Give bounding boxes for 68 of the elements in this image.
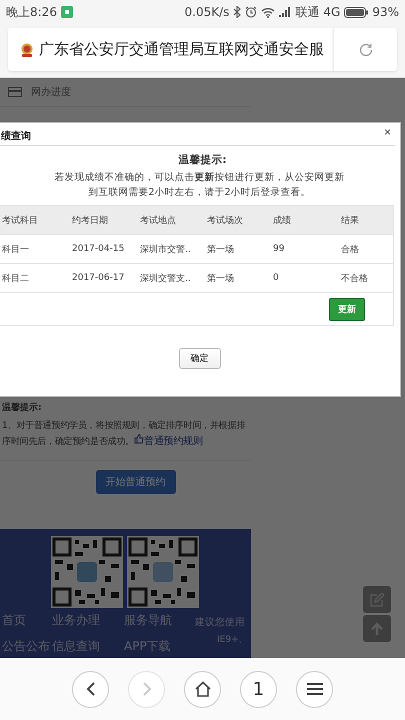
table-cell-text: 第一场 bbox=[207, 272, 235, 284]
battery-icon bbox=[344, 6, 368, 18]
back-button[interactable] bbox=[72, 670, 109, 708]
rules-link[interactable]: 普通预约规则 bbox=[134, 436, 203, 447]
footer-link[interactable]: 首页 bbox=[2, 612, 52, 629]
back-to-top-button[interactable] bbox=[363, 615, 391, 642]
edit-icon bbox=[370, 592, 384, 606]
column-header: 成绩 bbox=[273, 214, 292, 226]
browser-note: IE9+、 bbox=[217, 634, 248, 646]
forward-icon bbox=[140, 681, 152, 697]
back-icon bbox=[84, 681, 96, 697]
carrier-name: 联通 bbox=[295, 4, 320, 20]
start-booking-button[interactable]: 开始普通预约 bbox=[96, 470, 176, 494]
dialog-title: 绩查询 bbox=[1, 130, 31, 144]
footer-link[interactable]: 信息查询 bbox=[52, 638, 124, 655]
battery-level: 93% bbox=[372, 5, 399, 19]
app-notification-icon bbox=[60, 6, 73, 18]
table-cell-text: 深圳市交警.. bbox=[140, 244, 192, 256]
close-button[interactable]: × bbox=[384, 125, 391, 139]
qr-code bbox=[51, 536, 123, 608]
table-cell-text: 0 bbox=[273, 273, 280, 283]
table-cell-text: 科目二 bbox=[2, 272, 30, 284]
notice-text: 1、对于普通预约学员，将按照规则，确定排序时间，并根据排序时间先后，确定预约是否成功。 普通预约规则 bbox=[2, 419, 246, 449]
feedback-button[interactable] bbox=[363, 586, 391, 613]
address-bar[interactable]: 广东省公安厅交通管理局互联网交通安全服 bbox=[8, 28, 333, 71]
signal-icon bbox=[279, 7, 292, 17]
bluetooth-icon bbox=[233, 6, 242, 18]
column-header: 结果 bbox=[341, 214, 360, 226]
table-cell-text: 科目一 bbox=[2, 244, 30, 256]
table-cell-text: 不合格 bbox=[341, 272, 369, 284]
menu-button[interactable] bbox=[296, 670, 333, 708]
column-header: 考试场次 bbox=[207, 214, 244, 226]
notice-title: 温馨提示: bbox=[2, 401, 43, 414]
footer-link[interactable]: APP下载 bbox=[124, 638, 194, 655]
wifi-icon bbox=[261, 6, 276, 18]
table-cell-text: 2017-06-17 bbox=[72, 273, 126, 283]
menu-icon bbox=[306, 683, 322, 695]
browser-note: 建议您使用 bbox=[195, 616, 245, 629]
footer-link[interactable]: 公告公布 bbox=[2, 638, 52, 655]
footer-link[interactable]: 业务办理 bbox=[52, 612, 124, 629]
home-icon bbox=[194, 681, 212, 697]
footer-link[interactable]: 服务导航 bbox=[124, 612, 194, 629]
ok-button[interactable]: 确定 bbox=[178, 348, 220, 369]
arrow-up-icon bbox=[370, 622, 384, 636]
column-header: 考试地点 bbox=[140, 214, 177, 226]
column-header: 考试科目 bbox=[2, 214, 39, 226]
reload-icon bbox=[358, 42, 374, 58]
alarm-icon bbox=[245, 6, 258, 18]
tip-title: 温馨提示: bbox=[177, 153, 228, 167]
reload-button[interactable] bbox=[333, 28, 397, 71]
table-cell-text: 2017-04-15 bbox=[72, 244, 126, 254]
network-speed: 0.05K/s bbox=[184, 5, 230, 19]
thumb-icon bbox=[134, 434, 144, 444]
network-type: 4G bbox=[323, 5, 340, 19]
emblem-icon bbox=[20, 42, 34, 56]
menu-item[interactable]: 网办进度 bbox=[0, 78, 251, 107]
tabs-button[interactable]: 1 bbox=[240, 670, 277, 708]
status-time: 晚上8:26 bbox=[6, 4, 57, 20]
column-header: 约考日期 bbox=[72, 214, 109, 226]
table-cell-text: 合格 bbox=[341, 244, 360, 256]
qr-code bbox=[127, 536, 199, 608]
update-button[interactable]: 更新 bbox=[329, 298, 365, 321]
card-icon bbox=[8, 87, 22, 97]
table-cell-text: 第一场 bbox=[207, 244, 235, 256]
home-button[interactable] bbox=[184, 670, 221, 708]
table-cell-text: 99 bbox=[273, 244, 286, 254]
table-cell-text: 深圳交警支.. bbox=[140, 272, 192, 284]
tip-text: 若发现成绩不准确的，可以点击更新按钮进行更新，从公安网更新到互联网需要2小时左右，请于2小时后登录查看。 bbox=[54, 170, 344, 200]
